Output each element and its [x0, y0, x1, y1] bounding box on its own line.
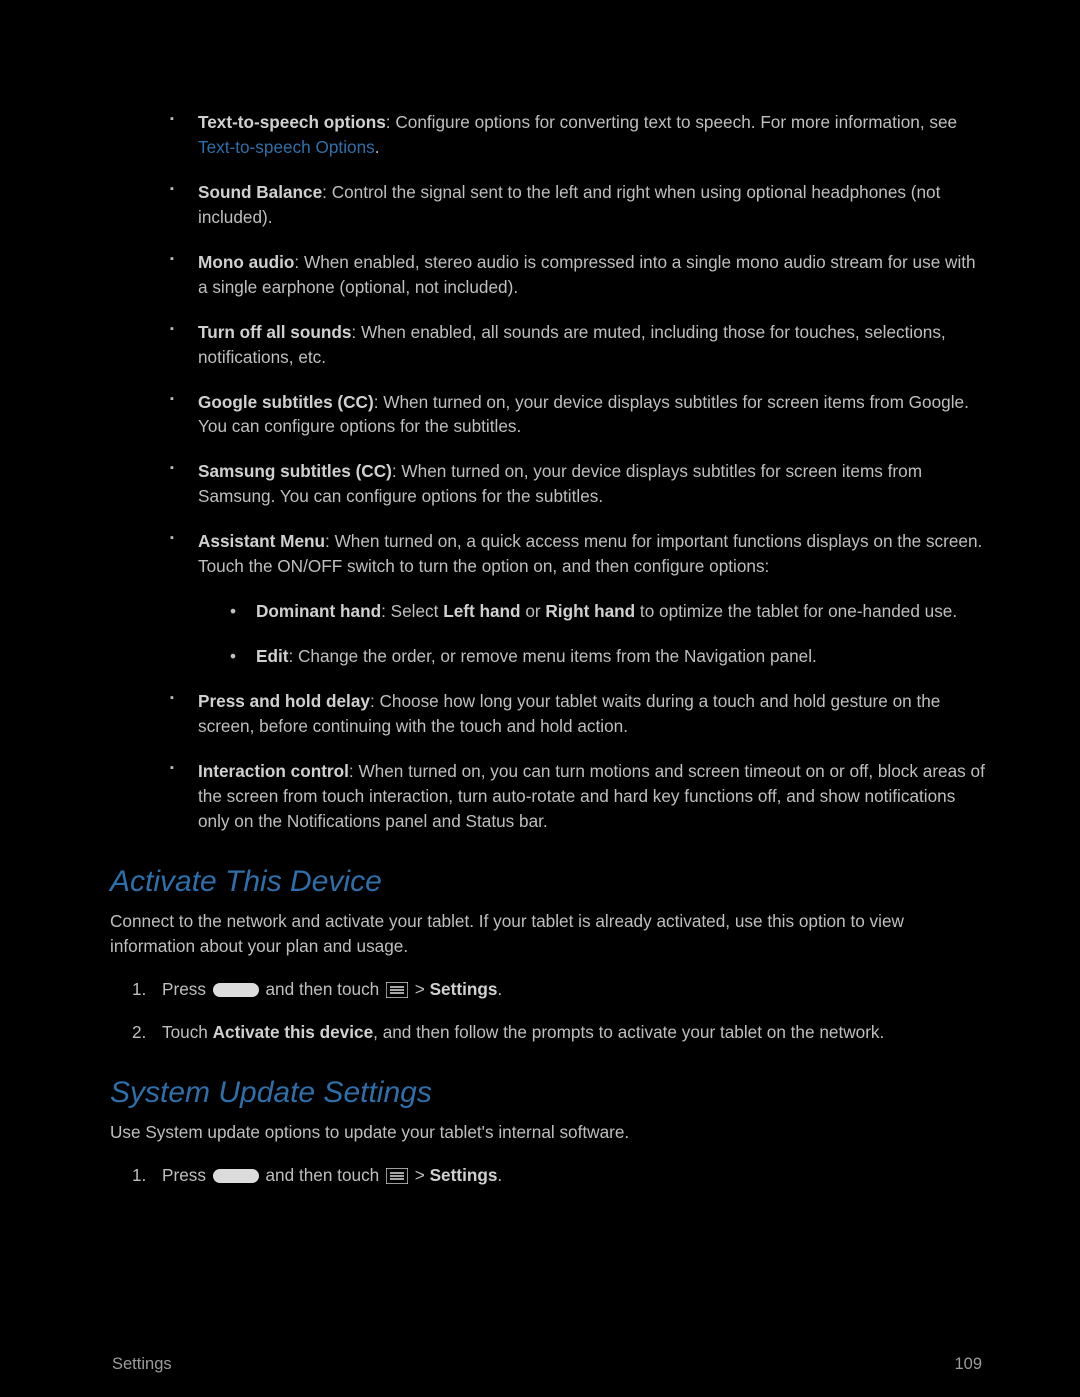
list-item: Edit: Change the order, or remove menu i… [230, 644, 986, 669]
list-item: 1. Press and then touch > Settings. [132, 977, 986, 1002]
system-update-heading: System Update Settings [110, 1071, 986, 1115]
list-item: Press and hold delay: Choose how long yo… [170, 689, 986, 739]
list-item: Samsung subtitles (CC): When turned on, … [170, 459, 986, 509]
item-term: Turn off all sounds [198, 322, 351, 342]
item-term: Assistant Menu [198, 531, 325, 551]
list-item: Turn off all sounds: When enabled, all s… [170, 320, 986, 370]
page-footer: Settings 109 [112, 1353, 982, 1377]
list-item: Interaction control: When turned on, you… [170, 759, 986, 834]
item-text-tail: . [375, 137, 380, 157]
item-term: Interaction control [198, 761, 349, 781]
item-term: Mono audio [198, 252, 294, 272]
item-text: : Configure options for converting text … [386, 112, 957, 132]
item-term: Text-to-speech options [198, 112, 386, 132]
page-number: 109 [954, 1353, 982, 1377]
activate-device-intro: Connect to the network and activate your… [110, 909, 986, 959]
item-text: : Change the order, or remove menu items… [288, 646, 816, 666]
system-update-steps: 1. Press and then touch > Settings. [110, 1163, 986, 1188]
list-item: Dominant hand: Select Left hand or Right… [230, 599, 986, 624]
list-item: 1. Press and then touch > Settings. [132, 1163, 986, 1188]
footer-section-label: Settings [112, 1355, 172, 1373]
list-item: Assistant Menu: When turned on, a quick … [170, 529, 986, 669]
item-term: Dominant hand [256, 601, 381, 621]
list-item: Sound Balance: Control the signal sent t… [170, 180, 986, 230]
activate-steps: 1. Press and then touch > Settings. 2. T… [110, 977, 986, 1045]
item-term: Edit [256, 646, 288, 666]
tts-options-link[interactable]: Text-to-speech Options [198, 137, 375, 157]
activate-device-heading: Activate This Device [110, 860, 986, 904]
item-term: Google subtitles (CC) [198, 392, 374, 412]
list-item: Text-to-speech options: Configure option… [170, 110, 986, 160]
accessibility-options-list: Text-to-speech options: Configure option… [110, 110, 986, 834]
item-term: Samsung subtitles (CC) [198, 461, 392, 481]
home-key-icon [213, 983, 259, 997]
list-item: Google subtitles (CC): When turned on, y… [170, 390, 986, 440]
item-term: Press and hold delay [198, 691, 370, 711]
menu-icon [386, 1168, 408, 1184]
list-item: Mono audio: When enabled, stereo audio i… [170, 250, 986, 300]
home-key-icon [213, 1169, 259, 1183]
item-text: : When enabled, stereo audio is compress… [198, 252, 976, 297]
system-update-intro: Use System update options to update your… [110, 1120, 986, 1145]
menu-icon [386, 982, 408, 998]
list-item: 2. Touch Activate this device, and then … [132, 1020, 986, 1045]
item-term: Sound Balance [198, 182, 322, 202]
assistant-menu-sublist: Dominant hand: Select Left hand or Right… [198, 599, 986, 669]
